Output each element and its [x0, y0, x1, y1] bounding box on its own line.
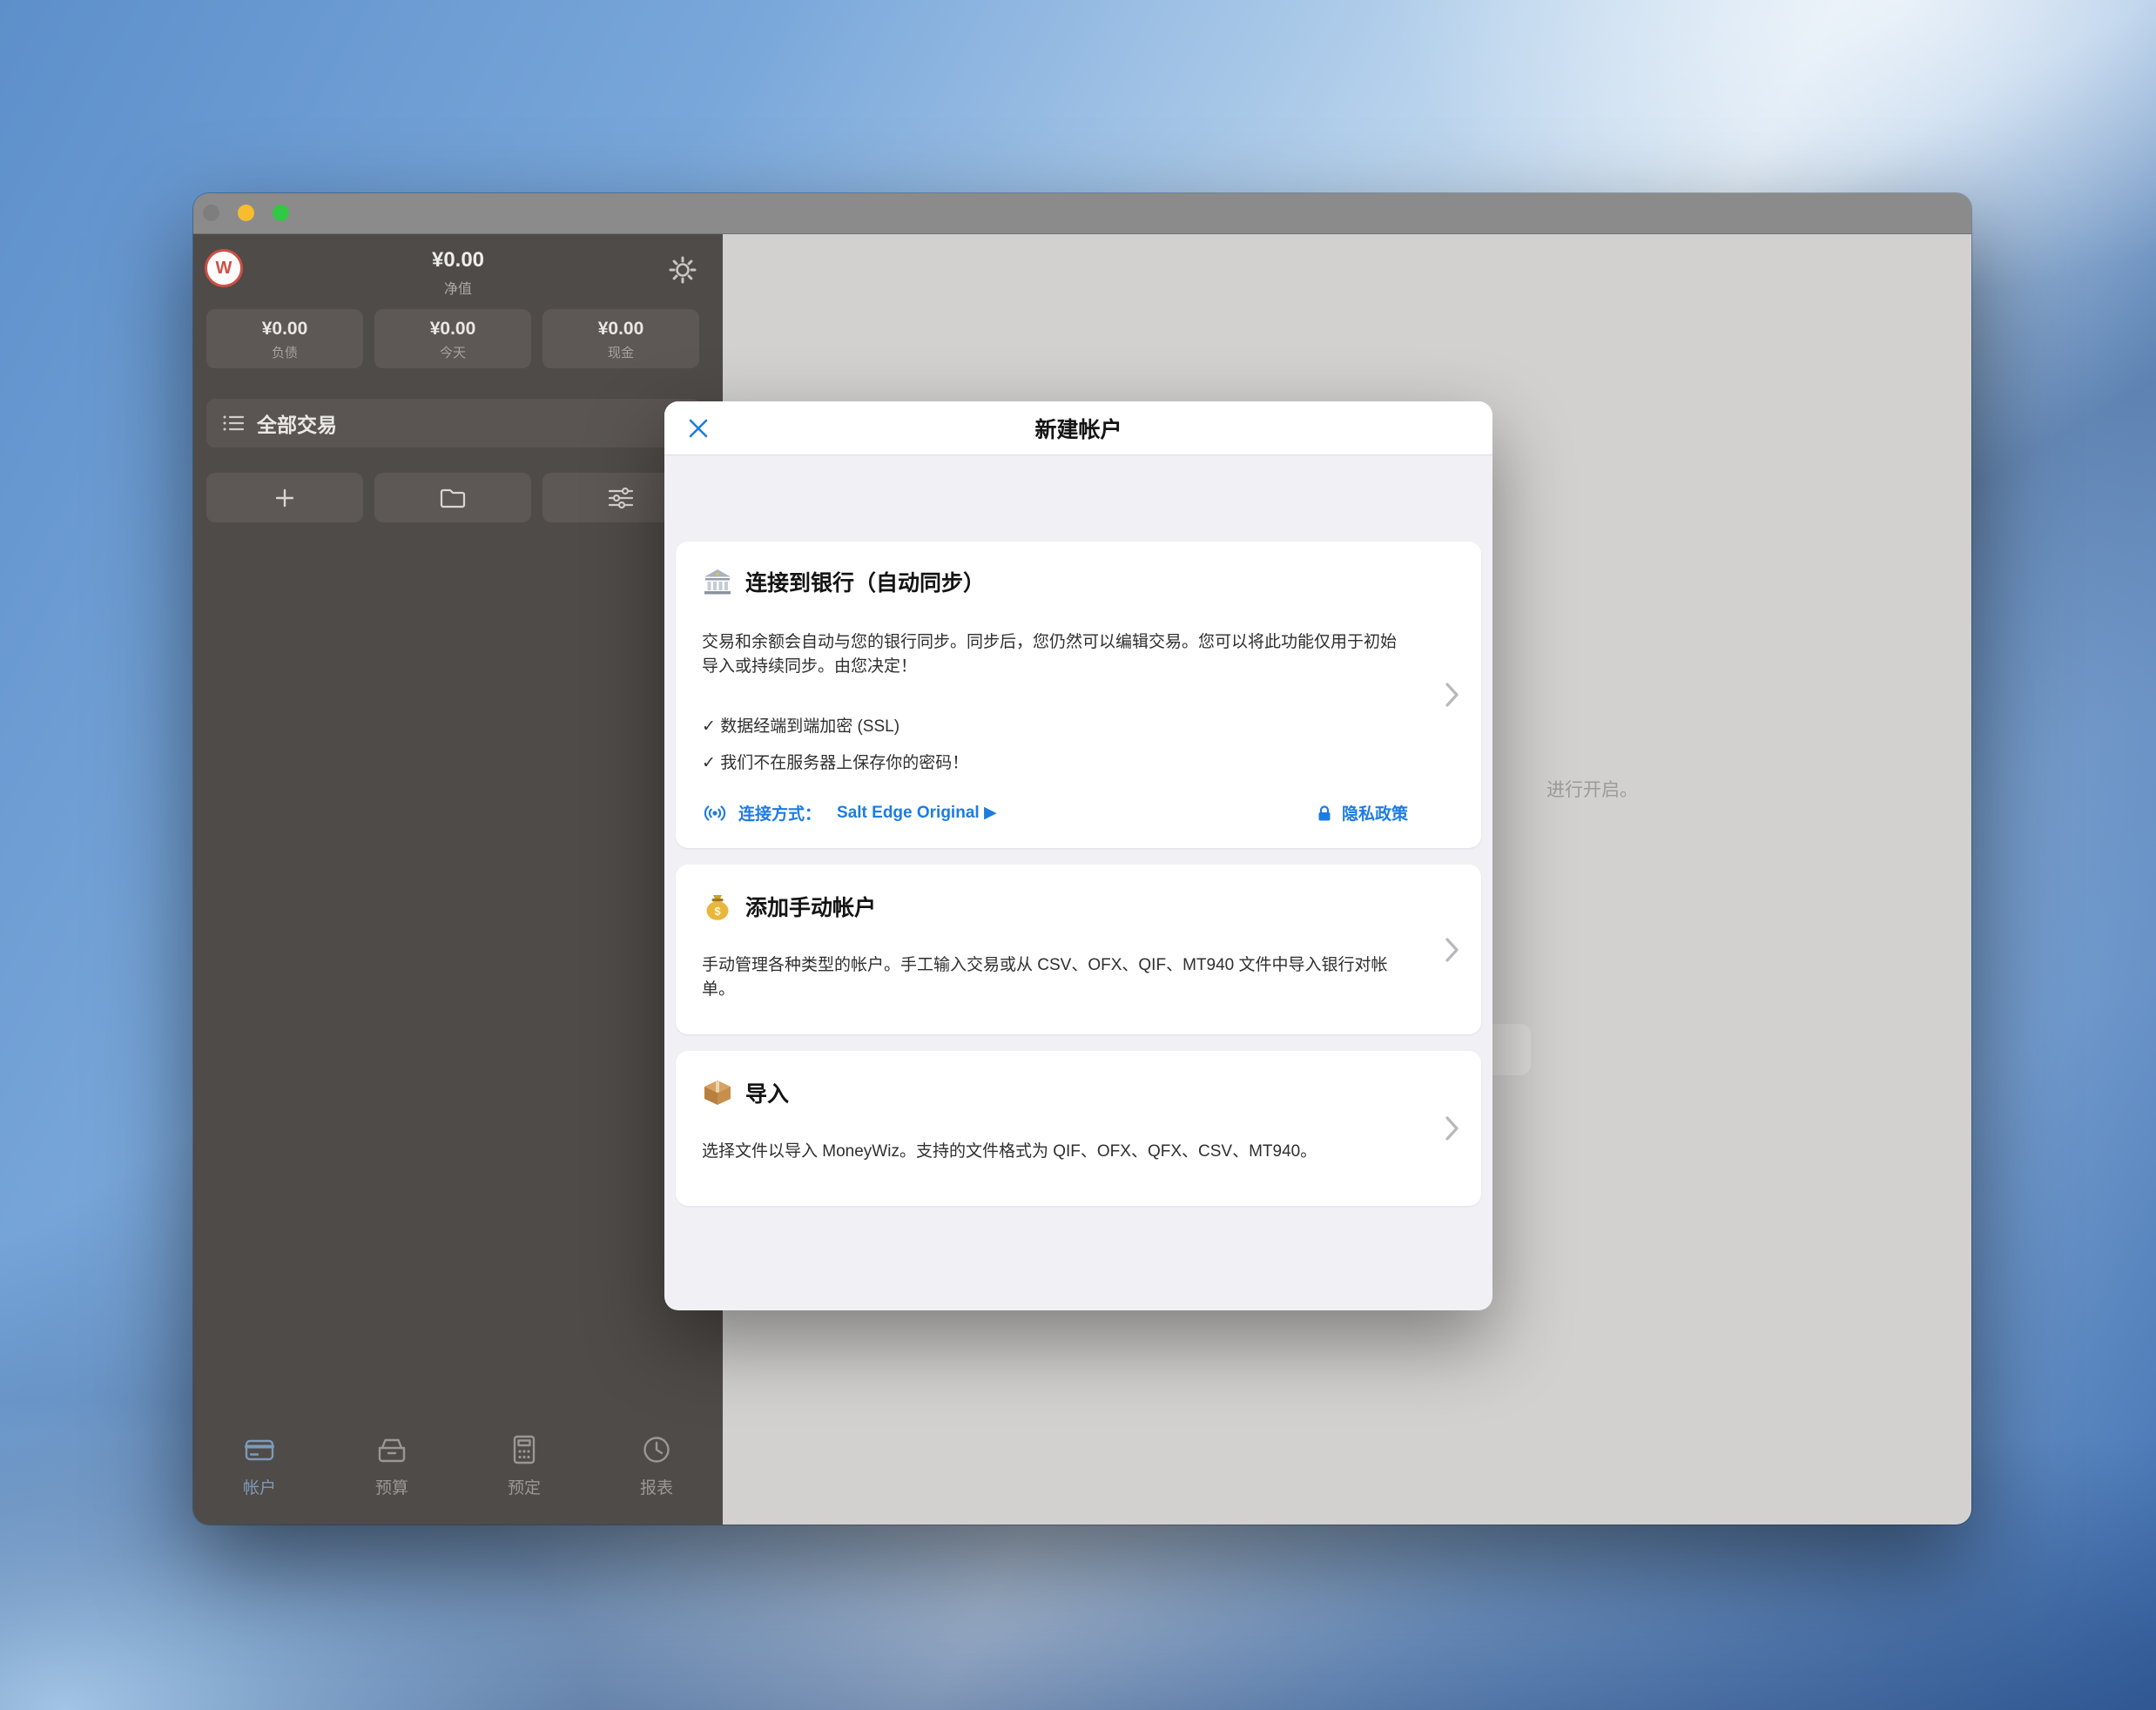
connect-bank-card[interactable]: 连接到银行（自动同步） 交易和余额会自动与您的银行同步。同步后，您仍然可以编辑交… [676, 542, 1481, 848]
tab-label: 预定 [508, 1475, 541, 1498]
zoom-window-button[interactable] [273, 205, 289, 221]
clock-icon [639, 1432, 674, 1467]
background-text: 进行开启。 [1546, 776, 1638, 802]
net-worth-label: 净值 [193, 277, 723, 298]
stat-cash[interactable]: ¥0.00 现金 [542, 309, 699, 368]
stat-liabilities[interactable]: ¥0.00 负债 [206, 309, 363, 368]
plus-icon [273, 487, 296, 509]
gear-icon[interactable] [668, 255, 697, 289]
feature-bullets: ✓ 数据经端到端加密 (SSL) ✓ 我们不在服务器上保存你的密码！ [702, 713, 1408, 773]
privacy-policy-link[interactable]: 隐私政策 [1315, 801, 1408, 825]
broadcast-icon [702, 802, 728, 825]
bank-icon [702, 567, 733, 596]
stats-row: ¥0.00 负债 ¥0.00 今天 ¥0.00 现金 [206, 309, 699, 368]
tab-scheduled[interactable]: 预定 [458, 1432, 590, 1498]
card-title: 连接到银行（自动同步） [745, 566, 985, 597]
connection-provider-link[interactable]: Salt Edge Original ▶ [837, 803, 997, 823]
card-title: 添加手动帐户 [745, 891, 876, 922]
tab-label: 预算 [375, 1475, 408, 1498]
stat-today[interactable]: ¥0.00 今天 [374, 309, 531, 368]
net-worth-value: ¥0.00 [193, 248, 723, 273]
modal-header: 新建帐户 [664, 401, 1492, 455]
logo-glyph: W [216, 259, 232, 279]
calculator-icon [507, 1432, 542, 1467]
tab-accounts[interactable]: 帐户 [193, 1432, 326, 1498]
new-account-modal: 新建帐户 [664, 401, 1492, 1310]
account-option-cards: 连接到银行（自动同步） 交易和余额会自动与您的银行同步。同步后，您仍然可以编辑交… [676, 542, 1481, 1206]
sidebar: ¥0.00 净值 W ¥0.00 负债 ¥0.00 [193, 234, 723, 1525]
minimize-window-button[interactable] [238, 205, 254, 221]
filter-icon [608, 487, 634, 509]
bullet-ssl: ✓ 数据经端到端加密 (SSL) [702, 713, 1408, 737]
privacy-policy-label: 隐私政策 [1342, 801, 1408, 825]
lock-icon [1315, 804, 1334, 823]
moneybag-icon: $ [702, 891, 733, 922]
stat-label: 现金 [542, 343, 699, 361]
tab-label: 报表 [640, 1475, 673, 1498]
stat-label: 今天 [374, 343, 531, 361]
list-icon [222, 414, 245, 433]
chevron-right-icon [1445, 1114, 1460, 1142]
stat-label: 负债 [206, 343, 363, 361]
add-button[interactable] [206, 473, 363, 522]
tab-label: 帐户 [243, 1475, 276, 1498]
add-manual-account-card[interactable]: $ 添加手动帐户 手动管理各种类型的帐户。手工输入交易或从 CSV、OFX、QI… [676, 865, 1481, 1034]
close-icon[interactable] [687, 417, 710, 440]
stat-value: ¥0.00 [206, 319, 363, 340]
app-window: ¥0.00 净值 W ¥0.00 负债 ¥0.00 [193, 193, 1971, 1525]
tab-reports[interactable]: 报表 [590, 1432, 723, 1498]
folder-icon [440, 488, 466, 508]
card-description: 手动管理各种类型的帐户。手工输入交易或从 CSV、OFX、QIF、MT940 文… [702, 953, 1408, 1001]
bottom-tab-bar: 帐户 预算 [193, 1432, 723, 1498]
all-transactions-row[interactable]: 全部交易 [206, 399, 701, 448]
tab-budgets[interactable]: 预算 [326, 1432, 458, 1498]
desktop-wallpaper: ¥0.00 净值 W ¥0.00 负债 ¥0.00 [0, 0, 2156, 1710]
sidebar-actions [206, 473, 699, 522]
connection-method-label: 连接方式： [738, 801, 821, 825]
close-window-button[interactable] [203, 205, 219, 221]
all-transactions-label: 全部交易 [257, 408, 337, 438]
credit-card-icon [242, 1432, 277, 1467]
chevron-right-icon [1445, 936, 1460, 964]
budget-box-icon [374, 1432, 409, 1467]
chevron-right-icon [1445, 681, 1460, 709]
svg-text:$: $ [714, 905, 721, 918]
app-logo[interactable]: W [205, 249, 243, 287]
net-worth-summary: ¥0.00 净值 [193, 248, 723, 298]
card-description: 交易和余额会自动与您的银行同步。同步后，您仍然可以编辑交易。您可以将此功能仅用于… [702, 630, 1408, 678]
package-icon [702, 1077, 733, 1108]
connection-row: 连接方式： Salt Edge Original ▶ 隐私政策 [702, 801, 1408, 825]
window-titlebar[interactable] [193, 193, 1971, 234]
group-button[interactable] [374, 473, 531, 522]
stat-value: ¥0.00 [542, 319, 699, 340]
card-title: 导入 [745, 1077, 789, 1108]
stat-value: ¥0.00 [374, 319, 531, 340]
bullet-password: ✓ 我们不在服务器上保存你的密码！ [702, 750, 1408, 773]
import-card[interactable]: 导入 选择文件以导入 MoneyWiz。支持的文件格式为 QIF、OFX、QFX… [676, 1051, 1481, 1206]
modal-title: 新建帐户 [1034, 413, 1122, 444]
card-description: 选择文件以导入 MoneyWiz。支持的文件格式为 QIF、OFX、QFX、CS… [702, 1140, 1408, 1164]
